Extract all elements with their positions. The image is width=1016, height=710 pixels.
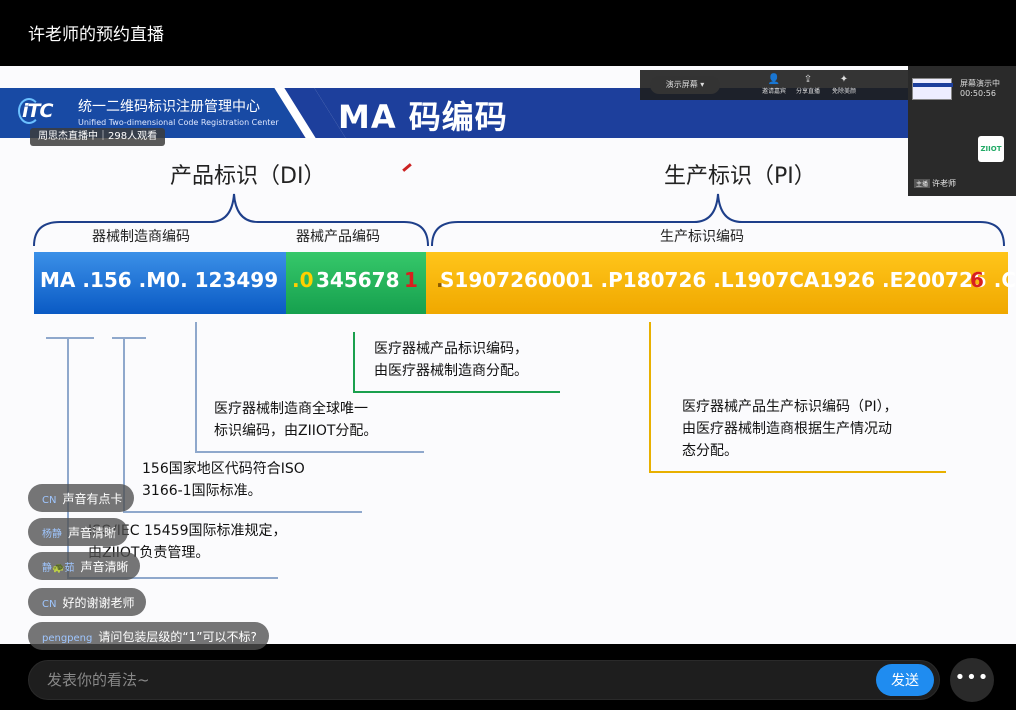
chat-feed: CN 声音有点卡 杨静 声音清晰 静🐢茹 声音清晰 CN 好的谢谢老师 pengpeng… <box>28 484 328 654</box>
pi-check-digit: 6 <box>970 268 984 292</box>
product-code-segment: .0 345678 1 <box>286 252 426 314</box>
chat-username: CN <box>42 495 57 506</box>
live-title: 许老师的预约直播 <box>28 25 164 45</box>
chat-username: 杨静 <box>42 529 62 540</box>
chat-text: 声音有点卡 <box>62 492 123 506</box>
chat-username: pengpeng <box>42 633 93 644</box>
presenter-controls: 演示屏幕 ▾ 👤 邀请嘉宾 ⇪ 分享直播 ✦ 免除美颜 <box>640 70 908 100</box>
product-code-description: 医疗器械产品标识编码， 由医疗器械制造商分配。 <box>374 338 528 382</box>
manufacturer-code-description: 医疗器械制造商全球唯一 标识编码，由ZIIOT分配。 <box>214 398 377 442</box>
desc-line: 态分配。 <box>682 443 738 459</box>
production-code-value: S1907260001 .P180726 .L1907CA1926 .E2007… <box>440 268 1016 292</box>
share-live-button[interactable]: ⇪ 分享直播 <box>790 74 826 95</box>
share-icon: ⇪ <box>803 74 813 85</box>
invite-guest-label: 邀请嘉宾 <box>761 88 786 95</box>
share-status: 屏幕演示中 <box>960 79 1000 88</box>
presenter-camera-panel: 屏幕演示中 00:50:56 ZIIOT 主播 许老师 <box>908 66 1016 196</box>
product-code-value: 345678 <box>316 268 400 292</box>
chat-message: CN 好的谢谢老师 <box>28 588 147 616</box>
speaker-tag: 主播 许老师 <box>914 178 956 189</box>
more-options-button[interactable]: ••• <box>950 658 994 702</box>
desc-line: 由医疗器械制造商根据生产情况动 <box>682 421 892 437</box>
invite-guest-button[interactable]: 👤 邀请嘉宾 <box>756 74 792 95</box>
chat-text: 好的谢谢老师 <box>62 596 135 610</box>
chat-username: CN <box>42 599 57 610</box>
screen-share-thumbnail[interactable] <box>912 78 953 100</box>
chat-text: 请问包装层级的“1”可以不标? <box>98 630 257 644</box>
live-status-badge: 周思杰直播中｜298人观看 <box>30 128 166 146</box>
chat-username: 静🐢茹 <box>42 563 75 574</box>
manufacturer-code-segment: MA .156 .M0. 123499 <box>34 252 286 314</box>
chat-text: 声音清晰 <box>68 526 117 540</box>
desc-line: 医疗器械产品标识编码， <box>374 341 528 357</box>
beauty-toggle-button[interactable]: ✦ 免除美颜 <box>826 74 862 95</box>
desc-line: 医疗器械制造商全球唯一 <box>214 401 368 417</box>
production-code-segment: . S1907260001 .P180726 .L1907CA1926 .E20… <box>426 252 1016 314</box>
chat-text: 声音清晰 <box>80 560 129 574</box>
sparkle-icon: ✦ <box>839 74 849 85</box>
di-brace <box>33 193 429 247</box>
send-button[interactable]: 发送 <box>876 664 934 696</box>
top-bar: 许老师的预约直播 <box>0 0 1016 66</box>
product-code-prefix: .0 <box>292 268 314 292</box>
desc-line: 由医疗器械制造商分配。 <box>374 363 528 379</box>
present-screen-button[interactable]: 演示屏幕 ▾ <box>650 76 720 94</box>
user-plus-icon: 👤 <box>767 74 781 85</box>
thumbnail-banner <box>913 83 953 87</box>
chat-message: 杨静 声音清晰 <box>28 518 129 546</box>
desc-line: 156国家地区代码符合ISO <box>142 461 305 477</box>
comment-input[interactable] <box>28 660 940 700</box>
share-live-label: 分享直播 <box>795 88 820 95</box>
chat-message: pengpeng 请问包装层级的“1”可以不标? <box>28 622 269 650</box>
speaker-name: 许老师 <box>932 179 957 188</box>
chat-message: 静🐢茹 声音清晰 <box>28 552 141 580</box>
ziiot-logo: ZIIOT <box>978 136 1004 162</box>
di-check-digit: 1 <box>404 268 418 292</box>
manufacturer-code-value: MA .156 .M0. 123499 <box>40 268 279 292</box>
beauty-toggle-label: 免除美颜 <box>831 88 856 95</box>
production-code-description: 医疗器械产品生产标识编码（PI）， 由医疗器械制造商根据生产情况动 态分配。 <box>682 396 898 462</box>
chat-message: CN 声音有点卡 <box>28 484 135 512</box>
pi-brace <box>431 193 1005 247</box>
desc-line: 标识编码，由ZIIOT分配。 <box>214 423 378 439</box>
speaker-role-badge: 主播 <box>914 179 931 188</box>
desc-line: 医疗器械产品生产标识编码（PI）， <box>682 399 898 415</box>
share-timer: 00:50:56 <box>960 89 996 98</box>
